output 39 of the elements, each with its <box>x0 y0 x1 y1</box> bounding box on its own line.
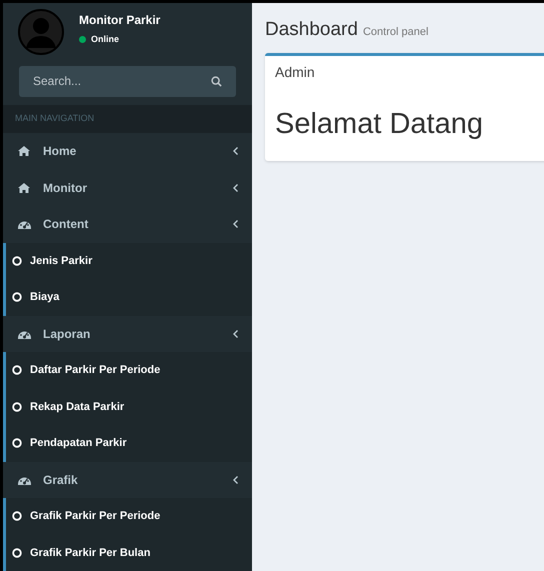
submenu-item[interactable]: Jenis Parkir <box>6 242 252 279</box>
chevron-icon <box>233 220 238 228</box>
chevron-icon <box>233 184 238 192</box>
home-icon <box>18 182 30 193</box>
avatar-icon <box>17 8 65 56</box>
submenu-item[interactable]: Grafik Parkir Per Bulan <box>6 534 252 571</box>
gauge-icon <box>18 328 31 339</box>
circle-icon <box>12 511 22 522</box>
chevron-icon <box>233 147 238 156</box>
submenu-item[interactable]: Grafik Parkir Per Periode <box>6 498 252 534</box>
submenu-item[interactable]: Rekap Data Parkir <box>6 388 252 425</box>
home-icon <box>18 146 30 156</box>
status-text: Online <box>91 33 120 46</box>
gauge-icon <box>18 219 31 230</box>
chevron-icon <box>233 330 238 338</box>
page-subtitle: Control panel <box>362 25 428 40</box>
submenu-item[interactable]: Daftar Parkir Per Periode <box>6 352 252 388</box>
circle-icon <box>12 256 22 266</box>
circle-icon <box>12 438 22 448</box>
search-icon[interactable] <box>211 76 222 87</box>
search-field[interactable]: Search... <box>19 66 236 97</box>
circle-icon <box>12 402 22 412</box>
submenu-item[interactable]: Biaya <box>6 279 252 316</box>
box-title: Admin <box>275 62 316 82</box>
menu-item[interactable]: Grafik <box>3 462 252 498</box>
nav-header: MAIN NAVIGATION <box>15 112 94 126</box>
circle-icon <box>12 292 22 302</box>
user-name: Monitor Parkir <box>79 12 160 30</box>
menu-item[interactable]: Laporan <box>3 316 252 352</box>
submenu-item[interactable]: Pendapatan Parkir <box>6 425 252 462</box>
menu-item[interactable]: Home <box>3 133 252 170</box>
gauge-icon <box>18 474 31 485</box>
circle-icon <box>12 365 22 376</box>
page-title: Dashboard <box>265 18 358 42</box>
menu-item[interactable]: Monitor <box>3 170 252 206</box>
chevron-icon <box>233 476 238 484</box>
menu-item[interactable]: Content <box>3 206 252 242</box>
welcome-text: Selamat Datang <box>275 106 484 142</box>
circle-icon <box>12 548 22 558</box>
